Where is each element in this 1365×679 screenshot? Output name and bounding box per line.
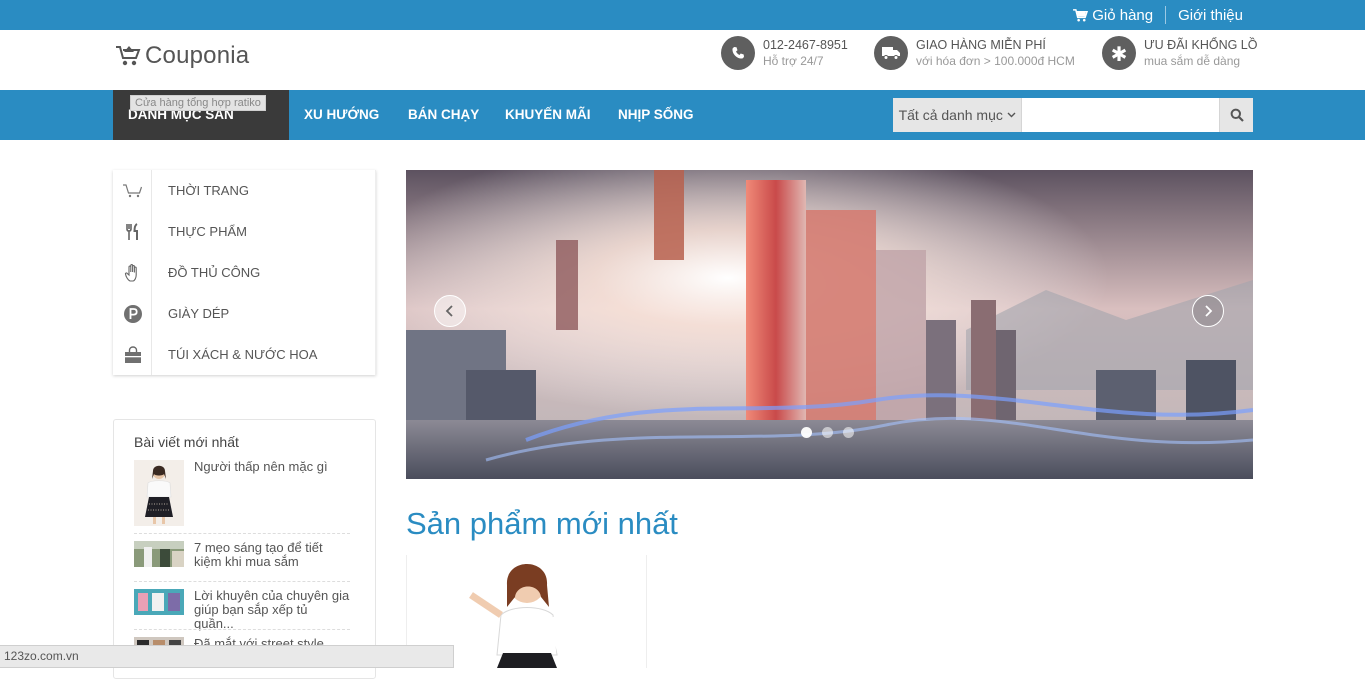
search-button[interactable] — [1219, 98, 1253, 132]
shipping-info: GIAO HÀNG MIỄN PHÍ với hóa đơn > 100.000… — [874, 36, 1075, 70]
top-bar: Giỏ hàng Giới thiệu — [0, 0, 1365, 30]
phone-info: 012-2467-8951 Hỗ trợ 24/7 — [721, 36, 848, 70]
promo-info: ✱ ƯU ĐÃI KHỔNG LỒ mua sắm dễ dàng — [1102, 36, 1257, 70]
category-menu: THỜI TRANG THỰC PHẨM ĐỒ THỦ CÔNG GIÀY DÉ… — [113, 170, 376, 375]
category-label: GIÀY DÉP — [168, 306, 230, 321]
post-thumbnail — [134, 541, 184, 567]
promo-subtitle: mua sắm dễ dàng — [1144, 53, 1241, 68]
slider-dot[interactable] — [801, 427, 812, 438]
shipping-title: GIAO HÀNG MIỄN PHÍ — [916, 37, 1046, 52]
category-label: TÚI XÁCH & NƯỚC HOA — [168, 347, 318, 362]
shipping-subtitle: với hóa đơn > 100.000đ HCM — [916, 53, 1075, 68]
search-category-label: Tất cả danh mục — [898, 107, 1003, 123]
post-item[interactable]: Người thấp nên mặc gì — [134, 460, 350, 526]
bag-icon — [124, 345, 141, 363]
chevron-left-icon — [445, 305, 453, 317]
chevron-down-icon — [1007, 112, 1016, 118]
post-divider — [134, 629, 350, 630]
nav-item-best-sellers[interactable]: BÁN CHẠY — [408, 90, 479, 140]
post-divider — [134, 581, 350, 582]
logo-text: Couponia — [145, 42, 250, 69]
chevron-right-icon — [1205, 305, 1213, 317]
slider-dot[interactable] — [843, 427, 854, 438]
latest-posts-title: Bài viết mới nhất — [134, 434, 239, 450]
nav-item-trends[interactable]: XU HƯỚNG — [304, 90, 379, 140]
search-input[interactable] — [1022, 98, 1220, 132]
post-item[interactable]: Lời khuyên của chuyên gia giúp bạn sắp x… — [134, 589, 350, 631]
about-label: Giới thiệu — [1178, 6, 1243, 24]
category-item-shoes[interactable]: GIÀY DÉP — [113, 293, 376, 334]
logo[interactable]: Couponia — [115, 42, 249, 70]
post-title: Người thấp nên mặc gì — [194, 459, 328, 474]
category-label: THỜI TRANG — [168, 183, 249, 198]
latest-posts-panel: Bài viết mới nhất Người thấp nên mặc gì … — [113, 419, 376, 679]
category-label: THỰC PHẨM — [168, 224, 247, 239]
slider-dot[interactable] — [822, 427, 833, 438]
promo-title: ƯU ĐÃI KHỔNG LỒ — [1144, 37, 1258, 52]
asterisk-icon: ✱ — [1102, 36, 1136, 70]
fork-knife-icon — [125, 222, 138, 240]
search-bar: Tất cả danh mục — [893, 98, 1253, 132]
slider-prev-button[interactable] — [434, 295, 466, 327]
tooltip: Cửa hàng tổng hợp ratiko — [130, 95, 266, 111]
post-divider — [134, 533, 350, 534]
truck-icon — [874, 36, 908, 70]
top-links-separator — [1165, 6, 1167, 24]
phone-number: 012-2467-8951 — [763, 37, 848, 52]
post-thumbnail — [134, 460, 184, 526]
post-title: 7 mẹo sáng tạo để tiết kiệm khi mua sắm — [194, 540, 323, 569]
post-title: Lời khuyên của chuyên gia giúp bạn sắp x… — [194, 588, 350, 631]
category-item-fashion[interactable]: THỜI TRANG — [113, 170, 376, 211]
hand-icon — [124, 263, 137, 282]
slider-next-button[interactable] — [1192, 295, 1224, 327]
site-header: Couponia 012-2467-8951 Hỗ trợ 24/7 GIAO … — [0, 30, 1365, 90]
post-item[interactable]: 7 mẹo sáng tạo để tiết kiệm khi mua sắm — [134, 541, 350, 569]
nav-item-lifestyle[interactable]: NHỊP SỐNG — [618, 90, 694, 140]
cart-icon — [122, 183, 142, 197]
latest-products-title: Sản phẩm mới nhất — [406, 506, 678, 541]
category-label: ĐỒ THỦ CÔNG — [168, 265, 261, 280]
category-item-food[interactable]: THỰC PHẨM — [113, 211, 376, 252]
cart-link[interactable]: Giỏ hàng — [1073, 7, 1153, 24]
category-item-handmade[interactable]: ĐỒ THỦ CÔNG — [113, 252, 376, 293]
status-bar: 123zo.com.vn — [0, 645, 454, 668]
slider-dots — [801, 427, 854, 438]
cart-icon — [1073, 8, 1089, 21]
top-links: Giỏ hàng Giới thiệu — [1073, 6, 1243, 24]
phone-icon — [721, 36, 755, 70]
category-item-bags[interactable]: TÚI XÁCH & NƯỚC HOA — [113, 334, 376, 375]
parking-icon — [123, 304, 142, 323]
cart-label: Giỏ hàng — [1092, 6, 1154, 24]
search-icon — [1230, 108, 1244, 122]
search-category-select[interactable]: Tất cả danh mục — [893, 98, 1023, 132]
about-link[interactable]: Giới thiệu — [1178, 7, 1243, 24]
post-thumbnail — [134, 589, 184, 615]
phone-subtitle: Hỗ trợ 24/7 — [763, 53, 824, 68]
nav-item-promotions[interactable]: KHUYẾN MÃI — [505, 90, 591, 140]
logo-cart-icon — [116, 46, 141, 66]
